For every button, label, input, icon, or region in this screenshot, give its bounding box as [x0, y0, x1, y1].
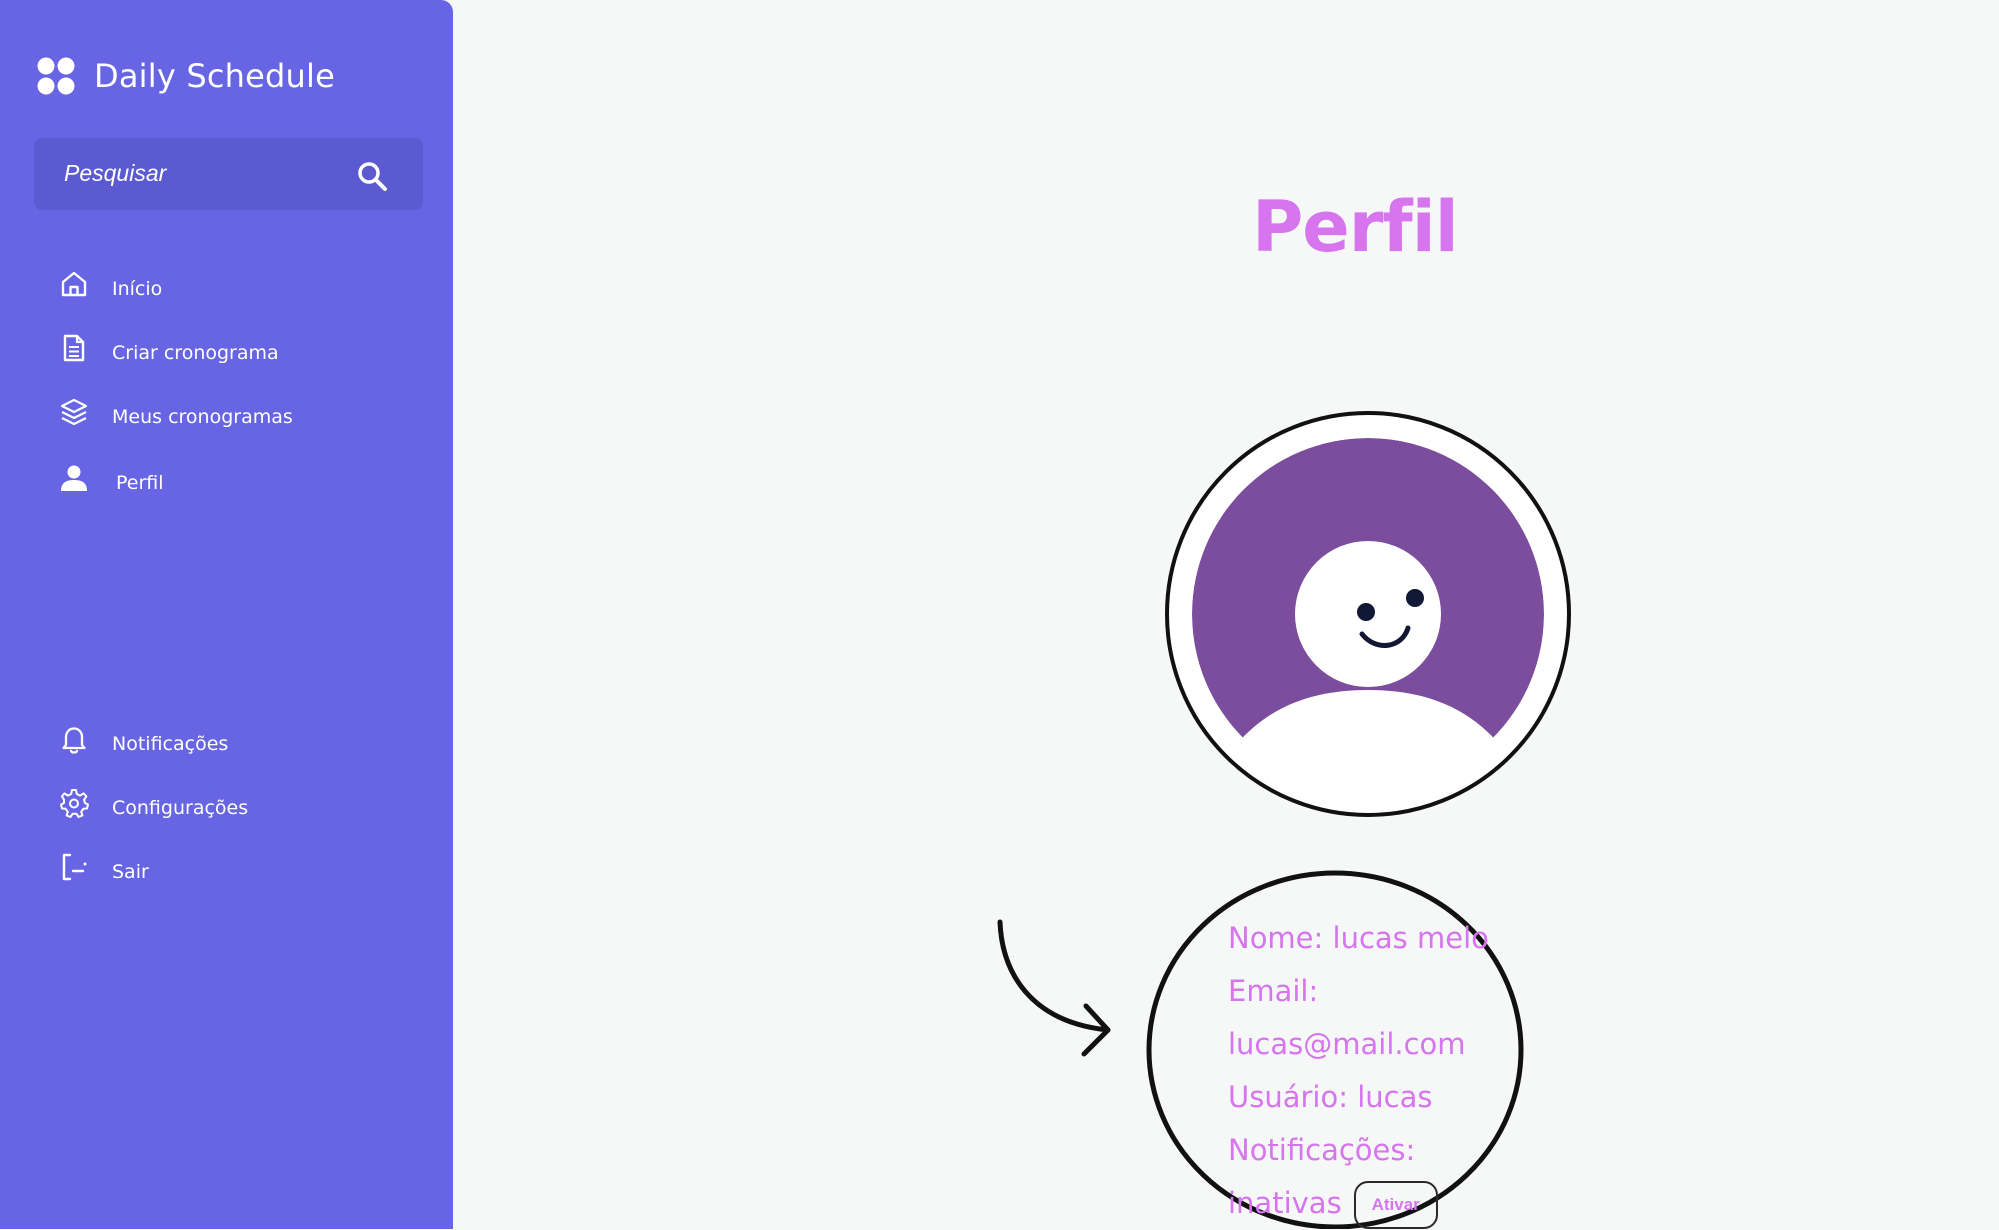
layers-icon	[60, 398, 88, 426]
sidebar-item-notificacoes[interactable]: Notificações	[58, 723, 228, 755]
activate-notifications-button[interactable]: Ativar	[1353, 1181, 1438, 1229]
sidebar-item-label: Notificações	[112, 733, 229, 755]
sidebar-item-label: Início	[112, 278, 163, 300]
bell-icon	[62, 727, 86, 754]
home-icon	[61, 271, 87, 297]
sidebar-item-label: Criar cronograma	[112, 342, 279, 364]
sidebar-item-criar-cronograma[interactable]: Criar cronograma	[58, 332, 279, 364]
profile-info: Nome: lucas melo Email: lucas@mail.com U…	[1228, 912, 1489, 1230]
sidebar-item-label: Perfil	[116, 472, 164, 494]
pointing-arrow-icon	[997, 919, 1111, 1057]
sidebar-item-perfil[interactable]: Perfil	[58, 462, 164, 494]
smiling-avatar-icon[interactable]	[1164, 410, 1572, 818]
profile-username: Usuário: lucas	[1228, 1080, 1433, 1114]
sidebar-item-label: Configurações	[112, 797, 249, 819]
profile-notifications-label: Notificações:	[1228, 1133, 1416, 1167]
logout-icon	[62, 853, 87, 881]
document-icon	[63, 334, 85, 362]
profile-name: Nome: lucas melo	[1228, 921, 1489, 955]
profile-notifications-status: inativas	[1228, 1186, 1342, 1220]
sidebar-item-label: Meus cronogramas	[112, 406, 293, 428]
sidebar-item-configuracoes[interactable]: Configurações	[58, 787, 248, 819]
profile-notifications-row: inativas Ativar	[1228, 1177, 1489, 1230]
gear-icon	[60, 789, 89, 818]
four-dots-logo-icon	[37, 57, 75, 95]
search-placeholder: Pesquisar	[64, 160, 167, 186]
sidebar-item-meus-cronogramas[interactable]: Meus cronogramas	[58, 396, 293, 428]
sidebar-item-label: Sair	[112, 861, 149, 883]
page-title: Perfil	[1252, 186, 1459, 268]
sidebar-item-inicio[interactable]: Início	[58, 268, 162, 300]
app-title: Daily Schedule	[94, 57, 335, 95]
profile-email-label: Email:	[1228, 974, 1319, 1008]
search-icon[interactable]	[356, 160, 388, 192]
user-icon	[61, 465, 87, 491]
sidebar-item-sair[interactable]: Sair	[58, 851, 149, 883]
profile-email-value: lucas@mail.com	[1228, 1027, 1466, 1061]
sidebar: Daily Schedule Pesquisar Início Criar cr…	[0, 0, 453, 1229]
brand[interactable]: Daily Schedule	[36, 56, 335, 96]
